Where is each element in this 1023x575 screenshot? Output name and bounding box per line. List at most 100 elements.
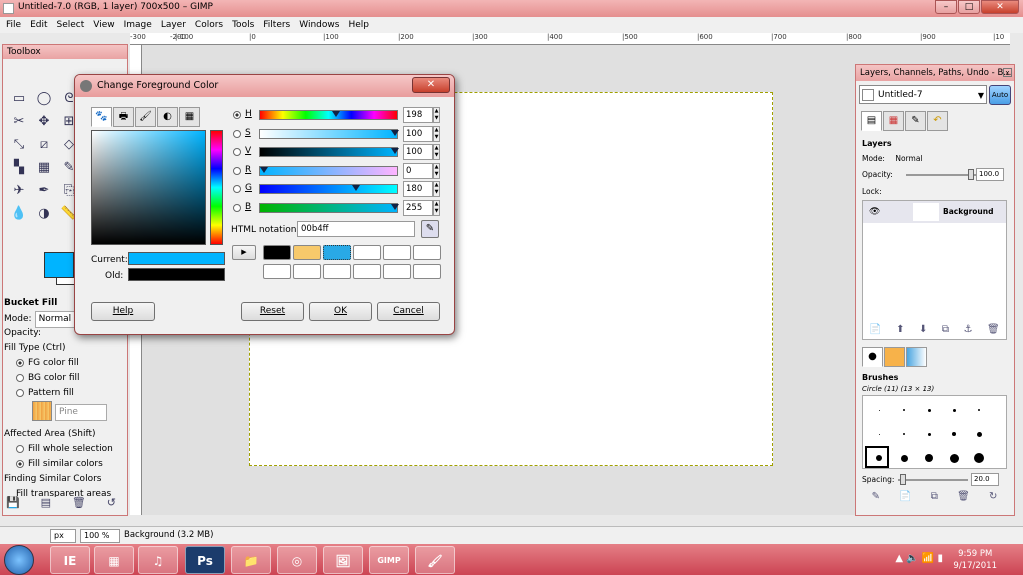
- minimize-button[interactable]: –: [935, 0, 957, 14]
- brush-preview[interactable]: [976, 431, 982, 437]
- channel-slider-bar[interactable]: [259, 128, 399, 139]
- tab-brushes[interactable]: ●: [862, 347, 883, 367]
- restore-options-icon[interactable]: ▤: [41, 496, 51, 512]
- slider-marker[interactable]: [332, 111, 341, 117]
- foreground-color-swatch[interactable]: [44, 252, 74, 278]
- html-notation-input[interactable]: 00b4ff: [297, 221, 415, 237]
- ink-icon[interactable]: ✒: [34, 181, 54, 201]
- slider-marker[interactable]: [391, 129, 399, 136]
- pattern-fill-radio[interactable]: [16, 388, 24, 397]
- channel-slider-bar[interactable]: [259, 110, 398, 120]
- slider-marker[interactable]: [352, 185, 361, 191]
- tab-paths[interactable]: ✎: [905, 111, 926, 131]
- history-swatch[interactable]: [383, 245, 411, 260]
- menu-select[interactable]: Select: [57, 17, 85, 33]
- brush-preview[interactable]: [927, 408, 931, 412]
- taskbar-paint[interactable]: 🖌: [415, 546, 455, 574]
- help-button[interactable]: Help: [91, 302, 155, 321]
- menu-file[interactable]: File: [6, 17, 21, 33]
- spin-arrows-icon[interactable]: ▲ ▼: [433, 107, 440, 123]
- reset-options-icon[interactable]: ↺: [107, 496, 116, 512]
- history-swatch[interactable]: [383, 264, 411, 279]
- rect-select-icon[interactable]: ▭: [9, 89, 29, 109]
- lower-layer-icon[interactable]: ⬇: [919, 324, 927, 335]
- channel-value[interactable]: 180: [403, 181, 433, 197]
- channel-radio[interactable]: [233, 148, 241, 156]
- brush-preview[interactable]: [878, 433, 880, 435]
- brush-preview[interactable]: [949, 453, 959, 463]
- channel-value[interactable]: 255: [403, 199, 433, 216]
- layer-row[interactable]: 👁 Background: [863, 201, 1006, 223]
- taskbar-media-player[interactable]: ♫: [138, 546, 178, 574]
- saturation-value-picker[interactable]: [91, 130, 206, 245]
- layers-mode-value[interactable]: Normal: [895, 154, 922, 163]
- history-swatch[interactable]: [263, 264, 291, 279]
- delete-layer-icon[interactable]: 🗑: [987, 324, 1000, 335]
- tab-undo[interactable]: ↶: [927, 111, 948, 131]
- new-brush-icon[interactable]: 📄: [899, 491, 911, 502]
- menu-tools[interactable]: Tools: [232, 17, 254, 33]
- history-swatch[interactable]: [413, 264, 441, 279]
- tab-watercolor[interactable]: 🖌: [135, 107, 156, 127]
- selected-brush-frame[interactable]: [865, 446, 889, 468]
- history-swatch[interactable]: [293, 245, 321, 260]
- taskbar-media-center[interactable]: ▦: [94, 546, 134, 574]
- brush-preview[interactable]: [878, 409, 880, 411]
- channel-slider-bar[interactable]: [259, 165, 398, 176]
- add-to-history-button[interactable]: ▶: [232, 245, 256, 260]
- tab-gimp-selector[interactable]: 🐾: [91, 107, 112, 127]
- spin-arrows-icon[interactable]: ▲ ▼: [433, 125, 440, 142]
- zoom-select[interactable]: 100 %: [80, 529, 120, 543]
- tab-channels[interactable]: ▦: [883, 111, 904, 131]
- menu-colors[interactable]: Colors: [195, 17, 223, 33]
- brush-preview[interactable]: [978, 409, 980, 411]
- channel-radio[interactable]: [233, 111, 241, 119]
- eyedropper-icon[interactable]: ✎: [421, 220, 439, 238]
- channel-radio[interactable]: [233, 166, 241, 175]
- brush-grid[interactable]: [862, 395, 1007, 469]
- dock-close-icon[interactable]: x: [1003, 68, 1012, 77]
- layer-name[interactable]: Background: [943, 201, 993, 223]
- fill-whole-radio[interactable]: [16, 444, 24, 453]
- menu-help[interactable]: Help: [348, 17, 369, 33]
- menu-windows[interactable]: Windows: [299, 17, 339, 33]
- channel-value[interactable]: 100: [403, 144, 433, 160]
- cancel-button[interactable]: Cancel: [377, 302, 440, 321]
- tab-gradients[interactable]: [906, 347, 927, 367]
- menu-edit[interactable]: Edit: [30, 17, 47, 33]
- spin-arrows-icon[interactable]: ▲ ▼: [433, 144, 440, 160]
- channel-slider-bar[interactable]: [259, 147, 399, 157]
- menu-filters[interactable]: Filters: [263, 17, 290, 33]
- move-icon[interactable]: ✥: [34, 112, 54, 132]
- taskbar-explorer[interactable]: 📁: [231, 546, 271, 574]
- airbrush-icon[interactable]: ✈: [9, 181, 29, 201]
- channel-radio[interactable]: [233, 185, 241, 193]
- history-swatch[interactable]: [353, 264, 381, 279]
- close-button[interactable]: ✕: [981, 0, 1019, 14]
- start-button[interactable]: [4, 545, 34, 575]
- clock[interactable]: 9:59 PM 9/17/2011: [953, 548, 997, 572]
- dialog-close-button[interactable]: ✕: [412, 77, 450, 93]
- menu-layer[interactable]: Layer: [161, 17, 186, 33]
- bucket-fill-icon[interactable]: ▚: [9, 158, 29, 178]
- bg-fill-radio[interactable]: [16, 373, 24, 382]
- duplicate-layer-icon[interactable]: ⧉: [942, 324, 949, 335]
- tab-palette[interactable]: ▦: [179, 107, 200, 127]
- horizontal-ruler[interactable]: -300 -200 |-100 |0 |100 |200 |300 |400 |…: [130, 33, 1010, 45]
- brush-preview[interactable]: [952, 408, 956, 412]
- blend-icon[interactable]: ▦: [34, 158, 54, 178]
- unit-select[interactable]: px: [50, 529, 76, 543]
- blur-icon[interactable]: 💧: [9, 204, 29, 224]
- channel-radio[interactable]: [233, 203, 241, 212]
- channel-value[interactable]: 198: [403, 107, 433, 123]
- auto-button[interactable]: Auto: [989, 85, 1011, 105]
- brush-preview[interactable]: [903, 409, 905, 411]
- spacing-slider-handle[interactable]: [900, 474, 906, 485]
- delete-options-icon[interactable]: 🗑: [72, 496, 86, 512]
- layers-opacity-value[interactable]: 100.0: [976, 168, 1004, 181]
- reset-button[interactable]: Reset: [241, 302, 304, 321]
- shear-icon[interactable]: ⧄: [34, 135, 54, 155]
- system-tray[interactable]: ▲ 🔈 📶 ▮: [895, 553, 943, 564]
- fill-similar-radio[interactable]: [16, 459, 24, 468]
- menu-view[interactable]: View: [93, 17, 114, 33]
